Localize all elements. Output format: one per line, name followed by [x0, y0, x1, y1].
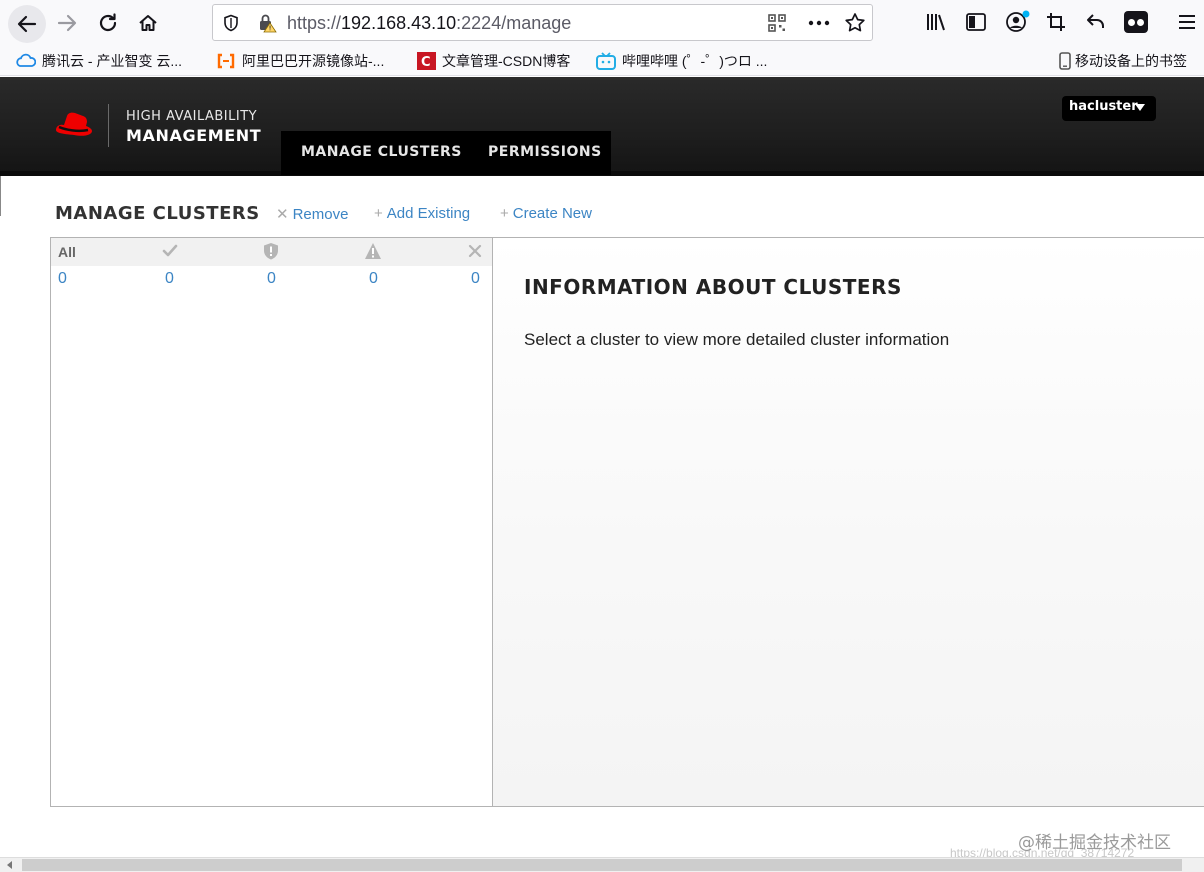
juejin-watermark: @稀土掘金技术社区 [1018, 833, 1171, 853]
user-name: hacluster [1069, 99, 1138, 114]
plus-icon: + [500, 205, 509, 222]
bookmark-star-icon[interactable] [844, 12, 866, 34]
page-title: MANAGE CLUSTERS [55, 203, 260, 224]
extension-icon[interactable] [1124, 11, 1148, 33]
remove-label: Remove [292, 206, 349, 223]
tencent-cloud-icon [16, 53, 36, 67]
bookmark-bilibili[interactable]: 哔哩哔哩 (゜-゜)つロ ... [596, 51, 767, 71]
library-icon[interactable] [925, 12, 947, 32]
account-avatar-icon[interactable] [1005, 10, 1031, 34]
reload-button[interactable] [91, 6, 125, 40]
brand-divider [108, 104, 109, 147]
bookmark-label: 腾讯云 - 产业智变 云... [42, 53, 182, 69]
back-arrow-icon [17, 15, 37, 33]
undo-icon[interactable] [1085, 11, 1107, 33]
screenshot-crop-icon[interactable] [1045, 11, 1067, 33]
bookmark-tencent-cloud[interactable]: 腾讯云 - 产业智变 云... [16, 51, 182, 71]
cluster-info-panel [493, 237, 1204, 807]
bookmark-mobile-folder[interactable]: 移动设备上的书签 [1058, 51, 1187, 71]
bookmark-label: 文章管理-CSDN博客 [442, 53, 571, 69]
count-error[interactable]: 0 [267, 270, 276, 288]
hamburger-menu-icon[interactable] [1177, 12, 1197, 32]
ok-check-icon[interactable] [161, 242, 179, 260]
bookmark-label: 哔哩哔哩 (゜-゜)つロ ... [622, 53, 768, 69]
bookmarks-bar: 腾讯云 - 产业智变 云... 阿里巴巴开源镜像站-... C 文章管理-CSD… [0, 46, 1204, 76]
tab-manage-clusters[interactable]: MANAGE CLUSTERS [301, 144, 462, 160]
bookmark-aliyun-mirror[interactable]: 阿里巴巴开源镜像站-... [216, 51, 384, 71]
warning-triangle-icon[interactable] [364, 242, 382, 260]
tab-permissions[interactable]: PERMISSIONS [488, 144, 602, 160]
reload-icon [99, 13, 117, 32]
sidebar-toggle-icon[interactable] [965, 12, 987, 32]
forward-arrow-icon [57, 14, 77, 32]
mobile-bookmarks-icon [1059, 52, 1071, 70]
remove-x-icon: ✕ [276, 206, 289, 223]
tracking-protection-shield-icon[interactable] [222, 14, 240, 32]
back-button[interactable] [8, 5, 46, 43]
bookmark-label: 阿里巴巴开源镜像站-... [242, 53, 385, 69]
page-actions-menu-icon[interactable] [808, 19, 830, 27]
info-title: INFORMATION ABOUT CLUSTERS [524, 275, 902, 299]
create-new-label: Create New [512, 205, 592, 222]
bookmark-csdn[interactable]: C 文章管理-CSDN博客 [416, 51, 570, 71]
scroll-left-arrow-icon[interactable] [5, 860, 15, 870]
filter-all[interactable]: All [58, 244, 76, 260]
add-existing-label: Add Existing [386, 205, 471, 222]
window-edge [0, 176, 1, 216]
url-bar[interactable]: https://192.168.43.10:2224/manage [212, 4, 873, 41]
count-ok[interactable]: 0 [165, 270, 174, 288]
plus-icon: + [374, 205, 383, 222]
count-warning[interactable]: 0 [369, 270, 378, 288]
count-unknown[interactable]: 0 [471, 270, 480, 288]
brand-title-line1: HIGH AVAILABILITY [126, 109, 258, 124]
horizontal-scrollbar-thumb[interactable] [22, 859, 1182, 871]
caret-down-icon [1135, 104, 1145, 111]
aliyun-icon [217, 53, 235, 69]
bilibili-icon [596, 52, 616, 70]
count-all[interactable]: 0 [58, 270, 67, 288]
add-existing-button[interactable]: + Add Existing [374, 205, 470, 222]
home-button[interactable] [131, 6, 165, 40]
remove-button[interactable]: ✕ Remove [276, 205, 348, 223]
forward-button[interactable] [50, 6, 84, 40]
info-description: Select a cluster to view more detailed c… [524, 330, 950, 349]
home-icon [139, 15, 157, 31]
qr-code-icon[interactable] [767, 13, 787, 33]
unknown-x-icon[interactable] [466, 242, 484, 260]
url-text[interactable]: https://192.168.43.10:2224/manage [287, 13, 571, 34]
redhat-logo-icon[interactable] [50, 108, 98, 144]
create-new-button[interactable]: + Create New [500, 205, 592, 222]
bookmark-label: 移动设备上的书签 [1075, 53, 1187, 69]
cluster-list-panel [50, 237, 493, 807]
svg-text:C: C [421, 55, 431, 70]
error-shield-icon[interactable] [262, 242, 280, 260]
insecure-lock-icon[interactable] [257, 13, 277, 33]
brand-title-line2: MANAGEMENT [126, 126, 262, 145]
csdn-icon: C [417, 52, 436, 70]
browser-toolbar: https://192.168.43.10:2224/manage [0, 0, 1204, 46]
